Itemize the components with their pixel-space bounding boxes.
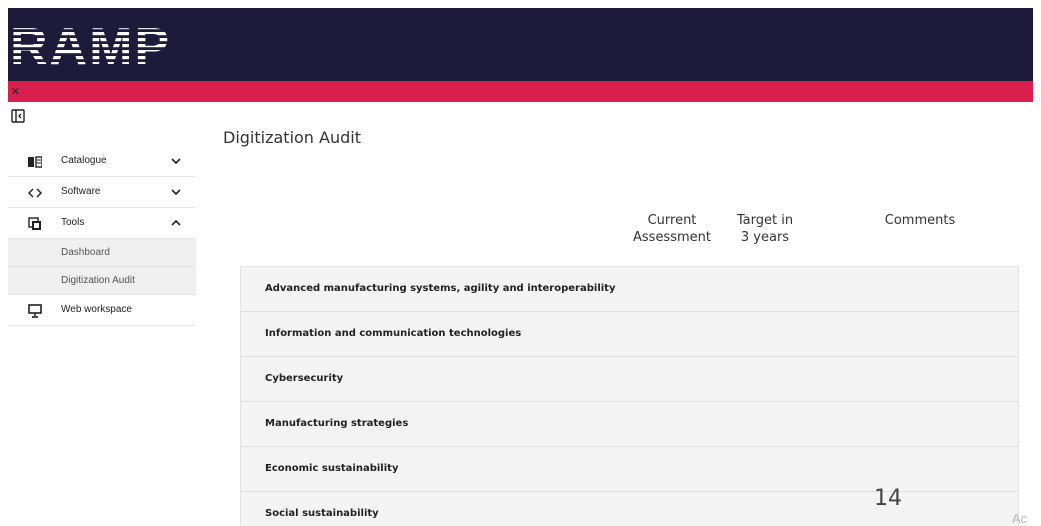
chevron-down-icon[interactable] [171,187,181,197]
table-row[interactable]: Advanced manufacturing systems, agility … [241,267,1018,312]
row-label: Cybersecurity [265,373,344,384]
slide-page-number: 14 [874,486,902,511]
row-label: Manufacturing strategies [265,418,409,429]
svg-text:RAMP: RAMP [10,20,171,70]
column-header-comments: Comments [884,213,956,228]
ramp-logo: RAMP [10,20,171,70]
monitor-icon [28,304,42,318]
row-label: Social sustainability [265,508,379,519]
sidebar-subitem-label: Digitization Audit [61,275,135,286]
column-header-line: Assessment [633,230,711,245]
close-icon[interactable]: × [11,81,20,102]
audit-table: Advanced manufacturing systems, agility … [240,266,1019,526]
sidebar-item-label: Web workspace [61,304,132,315]
row-label: Advanced manufacturing systems, agility … [265,283,616,294]
sidebar: Catalogue Software Tools Dashboard Digit… [8,102,196,526]
sidebar-item-label: Tools [61,217,85,228]
sidebar-toggle-icon[interactable] [11,109,25,123]
column-header-target: Target in 3 years [725,212,805,246]
sidebar-item-tools[interactable]: Tools [8,208,196,239]
table-row[interactable]: Manufacturing strategies [241,402,1018,447]
sidebar-subitem-dashboard[interactable]: Dashboard [8,239,196,267]
table-row[interactable]: Cybersecurity [241,357,1018,402]
sidebar-subitem-label: Dashboard [61,247,110,258]
column-header-current-assessment: Current Assessment [627,212,717,246]
activation-watermark: Ac [1012,511,1028,526]
app-header: RAMP [8,8,1033,81]
chevron-up-icon[interactable] [171,218,181,228]
red-accent-bar: × [8,81,1033,102]
column-header-line: 3 years [740,230,790,245]
chevron-down-icon[interactable] [171,156,181,166]
main-panel: Digitization Audit Current Assessment Ta… [211,116,1033,526]
page-title: Digitization Audit [223,128,361,147]
row-label: Economic sustainability [265,463,399,474]
sidebar-item-catalogue[interactable]: Catalogue [8,146,196,177]
sidebar-item-label: Software [61,186,101,197]
tools-icon [28,217,41,230]
code-icon [28,188,42,198]
column-header-line: Current [647,213,697,228]
sidebar-item-software[interactable]: Software [8,177,196,208]
row-label: Information and communication technologi… [265,328,522,339]
table-row[interactable]: Information and communication technologi… [241,312,1018,357]
sidebar-subitem-digitization-audit[interactable]: Digitization Audit [8,267,196,295]
slide: RAMP × Catalogue Software Tools Dashboar… [8,8,1041,526]
sidebar-item-label: Catalogue [61,155,107,166]
column-header-line: Target in [736,213,794,228]
book-icon [28,156,42,168]
sidebar-item-web-workspace[interactable]: Web workspace [8,295,196,326]
